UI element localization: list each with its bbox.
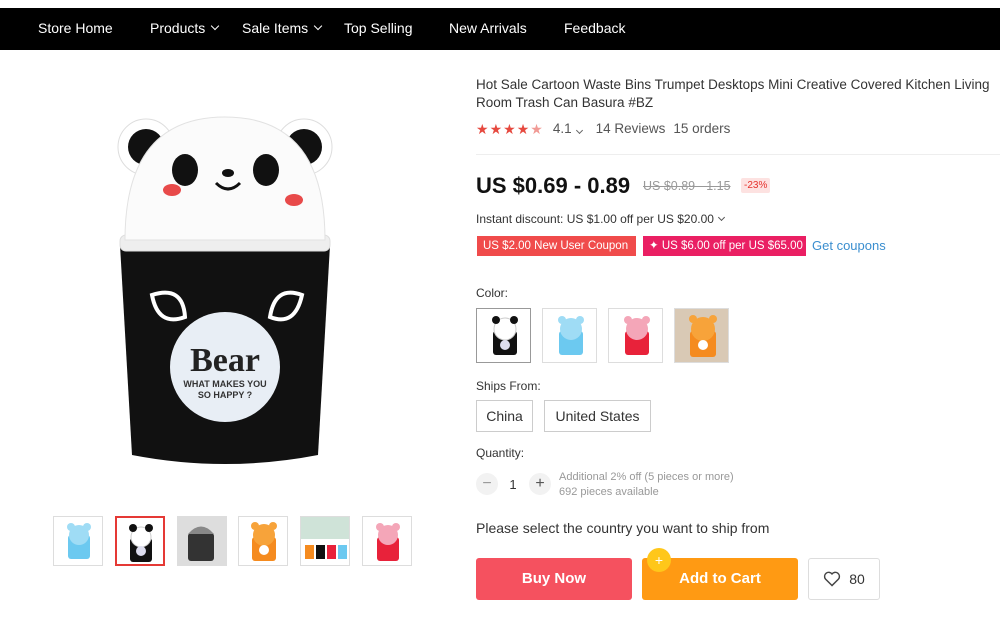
nav-new-arrivals[interactable]: New Arrivals	[449, 20, 527, 36]
shipping-country-prompt: Please select the country you want to sh…	[476, 520, 770, 536]
svg-text:Bear: Bear	[190, 342, 260, 379]
nav-feedback[interactable]: Feedback	[564, 20, 625, 36]
get-coupons-link[interactable]: Get coupons	[812, 238, 886, 253]
tiger-swatch-icon	[675, 309, 728, 362]
discount-badge: -23%	[741, 178, 771, 193]
new-user-coupon[interactable]: US $2.00 New User Coupon	[477, 236, 636, 256]
quantity-label: Quantity:	[476, 446, 525, 460]
nav-top-selling[interactable]: Top Selling	[344, 20, 413, 36]
original-price: US $0.89 - 1.15	[643, 179, 731, 193]
store-nav-bar: Store Home Products Sale Items Top Selli…	[0, 0, 1000, 50]
bulk-discount-note: Additional 2% off (5 pieces or more)	[559, 471, 734, 483]
chevron-down-icon	[575, 126, 583, 135]
nav-sale-items[interactable]: Sale Items	[242, 20, 323, 36]
reviews-link[interactable]: 14 Reviews	[596, 121, 666, 136]
blue-swatch-icon	[558, 316, 584, 355]
buy-now-button[interactable]: Buy Now	[476, 558, 632, 600]
color-option-tiger[interactable]	[674, 308, 729, 363]
quantity-value[interactable]: 1	[506, 477, 520, 492]
color-option-blue[interactable]	[542, 308, 597, 363]
chevron-down-icon	[313, 21, 323, 31]
rating-row: ★ ★ ★ ★ ★ 4.1 14 Reviews 15 orders	[476, 121, 730, 136]
tiger-bin-icon	[251, 522, 277, 561]
color-option-pink[interactable]	[608, 308, 663, 363]
black-bin-icon	[178, 517, 226, 565]
nav-products[interactable]: Products	[150, 20, 220, 36]
star-icon: ★	[489, 120, 503, 137]
main-product-image[interactable]: Bear WHAT MAKES YOU SO HAPPY ?	[80, 95, 380, 475]
divider	[476, 154, 1000, 155]
svg-text:WHAT MAKES YOU: WHAT MAKES YOU	[183, 379, 266, 389]
thumb-black-bin[interactable]	[177, 516, 227, 566]
store-coupon[interactable]: ✦ US $6.00 off per US $65.00	[643, 236, 806, 256]
star-icon: ★	[516, 120, 530, 137]
star-icon: ★	[476, 120, 489, 137]
nav-store-home[interactable]: Store Home	[38, 20, 113, 36]
multi-bin-icon	[301, 517, 349, 559]
panda-bin-icon	[129, 524, 153, 562]
quantity-increase-button[interactable]: +	[529, 473, 551, 495]
thumb-blue-bear[interactable]	[53, 516, 103, 566]
ship-from-china[interactable]: China	[476, 400, 533, 432]
wishlist-button[interactable]: 80	[808, 558, 880, 600]
ships-from-label: Ships From:	[476, 379, 541, 393]
star-half-icon: ★	[530, 120, 543, 137]
product-title: Hot Sale Cartoon Waste Bins Trumpet Desk…	[476, 77, 990, 110]
ship-from-united-states[interactable]: United States	[544, 400, 651, 432]
wishlist-count: 80	[849, 571, 865, 587]
pink-bin-icon	[376, 523, 400, 561]
heart-icon	[824, 571, 841, 587]
instant-discount[interactable]: Instant discount: US $1.00 off per US $2…	[476, 212, 725, 226]
orders-count: 15 orders	[673, 121, 731, 136]
star-icon: ★	[503, 120, 516, 137]
stock-available: 692 pieces available	[559, 486, 659, 498]
rating-stars: ★ ★ ★ ★ ★	[476, 122, 543, 136]
chevron-down-icon	[211, 21, 220, 31]
thumb-pink-pig[interactable]	[362, 516, 412, 566]
quantity-decrease-button[interactable]: −	[476, 473, 498, 495]
thumb-multi[interactable]	[300, 516, 350, 566]
color-option-panda[interactable]	[476, 308, 531, 363]
thumb-panda[interactable]	[115, 516, 165, 566]
rating-value-dropdown[interactable]: 4.1	[553, 121, 583, 136]
svg-text:SO HAPPY ?: SO HAPPY ?	[198, 390, 252, 400]
panda-swatch-icon	[492, 316, 518, 355]
panda-bin-illustration: Bear WHAT MAKES YOU SO HAPPY ?	[117, 116, 333, 464]
thumb-orange-tiger[interactable]	[238, 516, 288, 566]
cart-badge-icon: +	[647, 548, 671, 572]
blue-bin-icon	[67, 523, 91, 559]
chevron-down-icon	[717, 213, 725, 221]
color-label: Color:	[476, 286, 509, 300]
pink-swatch-icon	[624, 316, 650, 355]
price-range: US $0.69 - 0.89	[476, 173, 631, 198]
